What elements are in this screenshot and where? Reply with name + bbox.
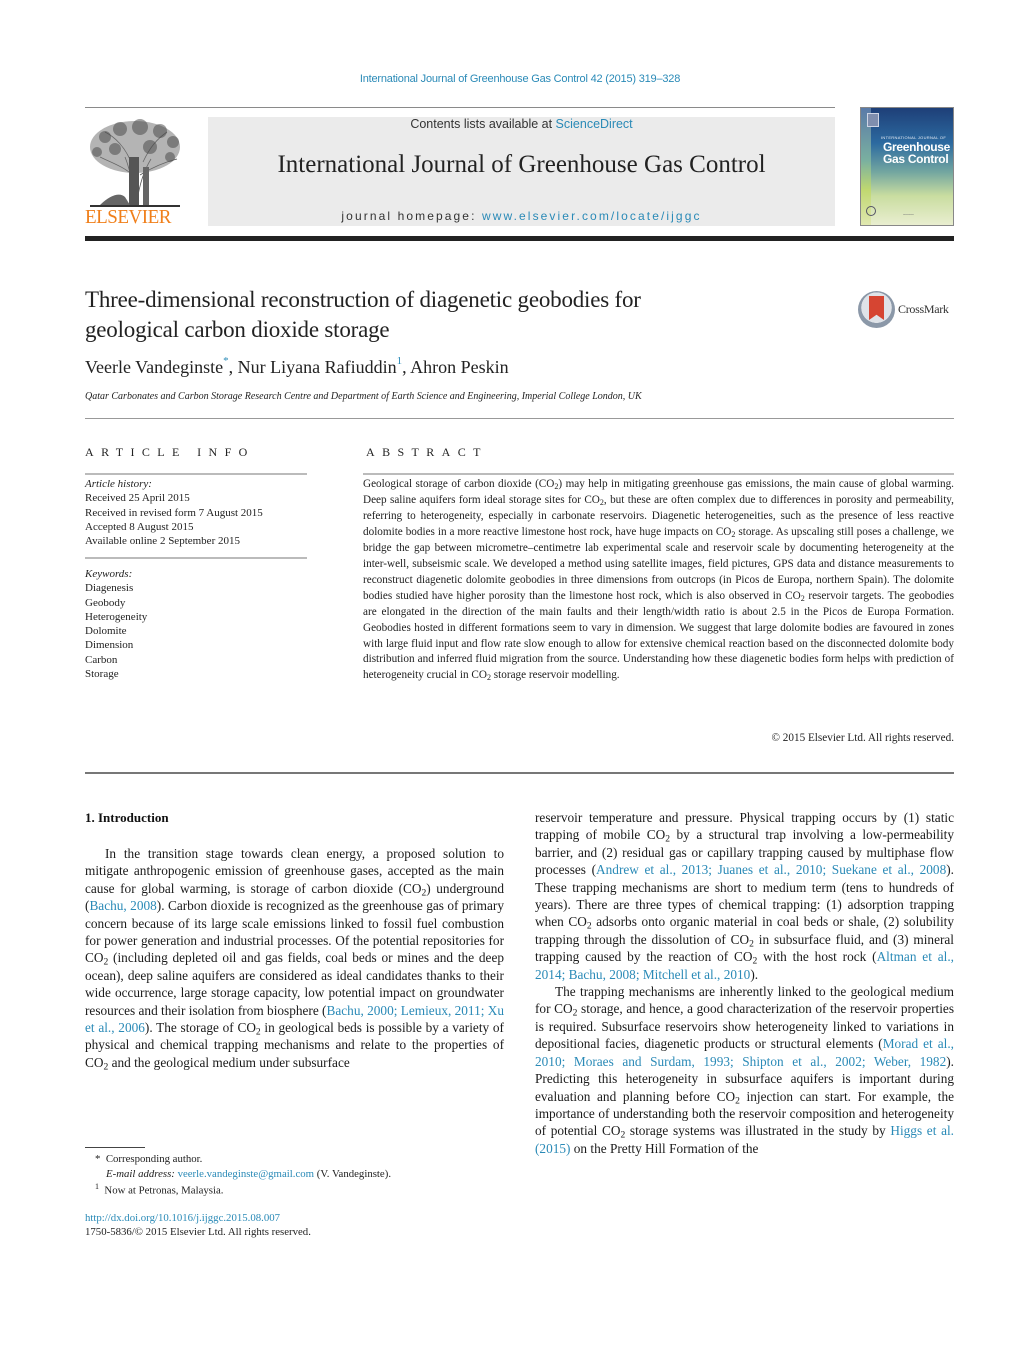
author-mark[interactable]: 1 — [397, 355, 403, 367]
issn-copyright: 1750-5836/© 2015 Elsevier Ltd. All right… — [85, 1226, 311, 1238]
cover-title-line2: Gas Control — [883, 152, 949, 166]
keyword-item: Dolomite — [85, 625, 127, 638]
abstract-text: Geological storage of carbon dioxide (CO… — [363, 477, 954, 684]
journal-cover-image[interactable]: INTERNATIONAL JOURNAL OF Greenhouse Gas … — [860, 107, 954, 226]
history-item: Available online 2 September 2015 — [85, 535, 240, 548]
doi-link[interactable]: http://dx.doi.org/10.1016/j.ijggc.2015.0… — [85, 1212, 280, 1224]
cover-publisher-logo-icon — [867, 113, 879, 127]
crossmark-label: CrossMark — [898, 302, 949, 316]
footnote-text: Now at Petronas, Malaysia. — [104, 1184, 224, 1197]
text-run: ). — [750, 966, 759, 982]
journal-homepage-line: journal homepage: www.elsevier.com/locat… — [208, 209, 835, 223]
abstract-segment: storage reservoir modelling. — [490, 669, 620, 682]
section-heading-introduction: 1. Introduction — [85, 810, 169, 825]
history-item: Received in revised form 7 August 2015 — [85, 506, 263, 519]
author-name[interactable]: Nur Liyana Rafiuddin — [238, 357, 397, 377]
keyword-item: Heterogeneity — [85, 610, 148, 623]
email-owner: (V. Vandeginste). — [314, 1168, 392, 1180]
text-run: ). The storage of CO — [144, 1020, 256, 1036]
history-item: Received 25 April 2015 — [85, 492, 190, 505]
footnote-1: 1 Now at Petronas, Malaysia. — [85, 1182, 223, 1197]
article-title-line1: Three-dimensional reconstruction of diag… — [85, 287, 641, 312]
author-list: Veerle Vandeginste*, Nur Liyana Rafiuddi… — [85, 355, 509, 378]
footnote-divider — [85, 1147, 145, 1148]
author-name[interactable]: Veerle Vandeginste — [85, 357, 223, 377]
article-title: Three-dimensional reconstruction of diag… — [85, 285, 845, 345]
sciencedirect-link[interactable]: ScienceDirect — [556, 117, 633, 131]
citation-link[interactable]: Andrew et al., 2013; Juanes et al., 2010… — [596, 862, 946, 877]
footnote-mark: 1 — [95, 1182, 99, 1191]
body-column-left: In the transition stage towards clean en… — [85, 845, 504, 1072]
abstract-heading: ABSTRACT — [366, 445, 488, 459]
abstract-segment: Geological storage of carbon dioxide (CO — [363, 478, 555, 490]
crossmark-button[interactable]: CrossMark — [858, 291, 958, 331]
abstract-divider — [363, 473, 954, 475]
elsevier-wordmark: ELSEVIER — [85, 206, 171, 228]
keyword-item: Carbon — [85, 653, 118, 666]
footnote-email: E-mail address: veerle.vandeginste@gmail… — [85, 1168, 391, 1180]
cover-title: Greenhouse Gas Control — [883, 141, 953, 166]
keywords-divider — [85, 557, 307, 559]
journal-homepage-link[interactable]: www.elsevier.com/locate/ijggc — [482, 209, 702, 223]
body-column-right: reservoir temperature and pressure. Phys… — [535, 809, 954, 1157]
email-link[interactable]: veerle.vandeginste@gmail.com — [178, 1168, 314, 1180]
contents-prefix: Contents lists available at — [410, 117, 556, 131]
journal-citation-link[interactable]: International Journal of Greenhouse Gas … — [0, 73, 1020, 85]
email-label: E-mail address: — [106, 1168, 175, 1180]
header-thick-divider — [85, 236, 954, 241]
journal-title: International Journal of Greenhouse Gas … — [277, 151, 766, 178]
keyword-item: Geobody — [85, 596, 126, 609]
contents-available-line: Contents lists available at ScienceDirec… — [208, 117, 835, 131]
abstract-copyright: © 2015 Elsevier Ltd. All rights reserved… — [771, 732, 955, 744]
history-item: Accepted 8 August 2015 — [85, 520, 194, 533]
author-name[interactable]: Ahron Peskin — [410, 357, 509, 377]
title-divider — [85, 418, 954, 419]
article-history-label: Article history: — [85, 478, 152, 490]
author-separator: , — [228, 357, 238, 377]
footnote-text: Corresponding author. — [105, 1153, 203, 1165]
text-run: with the host rock ( — [757, 949, 877, 965]
article-info-divider — [85, 473, 307, 475]
journal-header-banner: Contents lists available at ScienceDirec… — [208, 117, 835, 226]
keyword-item: Storage — [85, 668, 119, 681]
article-title-line2: geological carbon dioxide storage — [85, 317, 390, 342]
text-run: on the Pretty Hill Formation of the — [570, 1140, 759, 1156]
footnote-corresponding: * Corresponding author. — [85, 1153, 202, 1165]
paragraph: The trapping mechanisms are inherently l… — [535, 983, 954, 1157]
keywords-label: Keywords: — [85, 568, 133, 580]
cover-seal-icon — [866, 206, 876, 216]
body-divider — [85, 772, 954, 774]
keyword-item: Diagenesis — [85, 582, 134, 595]
article-history: Article history: Received 25 April 2015 … — [85, 477, 307, 548]
keyword-item: Dimension — [85, 639, 134, 652]
author-affiliation: Qatar Carbonates and Carbon Storage Rese… — [85, 391, 642, 402]
keywords-list: Keywords: Diagenesis Geobody Heterogenei… — [85, 567, 307, 681]
citation-link[interactable]: Bachu, 2008 — [89, 898, 156, 913]
header-divider — [85, 107, 835, 108]
text-run: and the geological medium under subsurfa… — [108, 1054, 350, 1070]
author-mark[interactable]: * — [223, 355, 229, 367]
homepage-prefix: journal homepage: — [341, 209, 482, 223]
paragraph: reservoir temperature and pressure. Phys… — [535, 809, 954, 983]
paragraph: In the transition stage towards clean en… — [85, 845, 504, 1072]
footnote-mark: * — [95, 1153, 101, 1165]
text-run: storage systems was illustrated in the s… — [625, 1123, 891, 1139]
abstract-segment: reservoir targets. The geobodies are elo… — [363, 589, 954, 682]
author-separator: , — [402, 357, 411, 377]
cover-signature-icon: ~~~~~ — [903, 212, 914, 217]
article-info-heading: ARTICLE INFO — [85, 445, 255, 459]
